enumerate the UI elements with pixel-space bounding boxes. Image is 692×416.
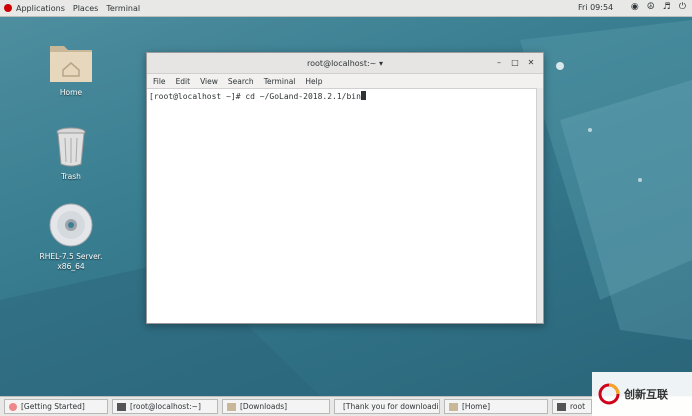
task-root[interactable]: root [552, 399, 592, 414]
title-dropdown-icon[interactable]: ▾ [379, 59, 383, 68]
home-label: Home [59, 88, 83, 97]
minimize-button[interactable]: – [493, 57, 505, 69]
menu-search[interactable]: Search [228, 77, 254, 86]
folder-icon [227, 402, 236, 411]
menu-edit[interactable]: Edit [176, 77, 191, 86]
maximize-button[interactable]: □ [509, 57, 521, 69]
task-firefox[interactable]: [Thank you for downloadi... [334, 399, 440, 414]
terminal-icon [117, 402, 126, 411]
brand-watermark: 创新互联 [592, 372, 692, 416]
desktop-screen: Applications Places Terminal Fri 09:54 ◉… [0, 0, 692, 416]
top-panel: Applications Places Terminal Fri 09:54 ◉… [0, 0, 692, 17]
disc-label-line2: x86_64 [57, 262, 85, 271]
folder-home-icon [50, 46, 92, 82]
clock[interactable]: Fri 09:54 [578, 3, 613, 12]
terminal-titlebar[interactable]: root@localhost:~ ▾ – □ ✕ [147, 53, 543, 74]
text-cursor [360, 91, 366, 100]
terminal-output[interactable]: [root@localhost ~]# cd ~/GoLand-2018.2.1… [147, 88, 537, 323]
task-home[interactable]: [Home] [444, 399, 548, 414]
trash-label: Trash [61, 172, 81, 181]
network-icon[interactable]: ☮ [647, 2, 655, 12]
places-label: Places [72, 3, 99, 13]
places-menu[interactable]: Places [73, 4, 98, 13]
close-button[interactable]: ✕ [525, 57, 537, 69]
desktop-icon-trash[interactable]: Trash [36, 124, 106, 182]
help-icon [9, 402, 17, 411]
system-tray[interactable]: ◉ ☮ ♬ ⏻ [631, 2, 686, 12]
terminal-window[interactable]: root@localhost:~ ▾ – □ ✕ File Edit View … [146, 52, 544, 324]
terminal-app-menu[interactable]: Terminal [106, 4, 140, 13]
desktop-icon-disc[interactable]: RHEL-7.5 Server. x86_64 [36, 202, 106, 272]
bottom-taskbar: [Getting Started] [root@localhost:~] [Do… [0, 396, 692, 416]
terminal-menubar: File Edit View Search Terminal Help [147, 74, 543, 88]
volume-icon[interactable]: ♬ [663, 2, 671, 12]
prompt-line: [root@localhost ~]# cd ~/GoLand-2018.2.1… [149, 92, 361, 101]
task-downloads[interactable]: [Downloads] [222, 399, 330, 414]
disc-label-line1: RHEL-7.5 Server. [39, 252, 103, 261]
trash-icon [56, 127, 86, 167]
task-getting-started[interactable]: [Getting Started] [4, 399, 108, 414]
menu-view[interactable]: View [200, 77, 218, 86]
terminal-menu-label: Terminal [106, 3, 141, 13]
optical-disc-icon [49, 203, 93, 247]
applications-label: Applications [16, 3, 65, 13]
accessibility-icon[interactable]: ◉ [631, 2, 639, 12]
brand-logo [598, 383, 620, 405]
menu-terminal[interactable]: Terminal [264, 77, 296, 86]
terminal-icon [557, 402, 566, 411]
task-terminal[interactable]: [root@localhost:~] [112, 399, 218, 414]
power-icon[interactable]: ⏻ [679, 2, 686, 12]
applications-menu[interactable]: Applications [4, 4, 65, 13]
menu-help[interactable]: Help [305, 77, 322, 86]
redhat-logo-icon [4, 4, 12, 12]
folder-icon [449, 402, 458, 411]
brand-name: 创新互联 [624, 388, 668, 401]
menu-file[interactable]: File [153, 77, 166, 86]
terminal-scrollbar[interactable] [536, 88, 543, 323]
desktop-icon-home[interactable]: Home [36, 40, 106, 98]
terminal-title: root@localhost:~ ▾ [307, 59, 383, 68]
